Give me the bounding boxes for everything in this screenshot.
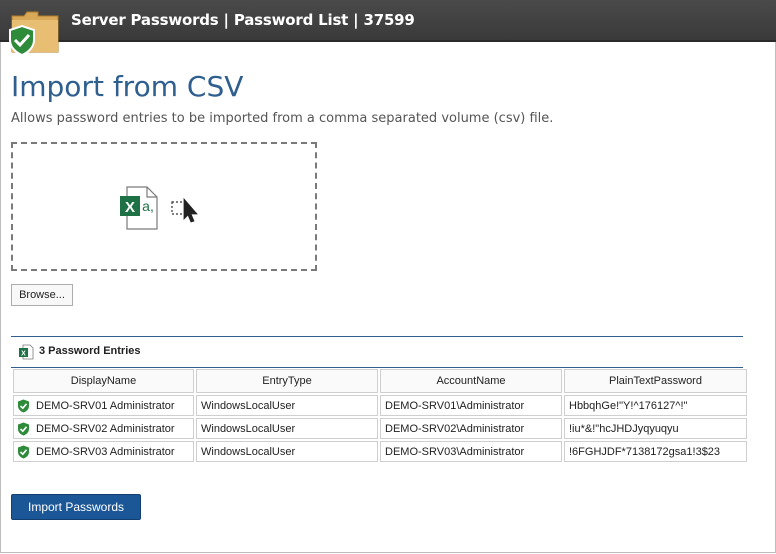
excel-file-icon: X a, (120, 186, 158, 230)
column-header-displayname: DisplayName (13, 369, 194, 393)
entries-summary-bar: X 3 Password Entries (11, 336, 743, 368)
cell-accountname: DEMO-SRV01\Administrator (380, 395, 562, 416)
drag-select-cursor-icon (171, 197, 198, 223)
table-row: DEMO-SRV01 Administrator WindowsLocalUse… (13, 395, 747, 416)
table-row: DEMO-SRV02 Administrator WindowsLocalUse… (13, 418, 747, 439)
page-description: Allows password entries to be imported f… (11, 111, 554, 126)
shield-check-icon (18, 422, 29, 435)
cell-entrytype: WindowsLocalUser (196, 441, 378, 462)
cell-displayname: DEMO-SRV03 Administrator (13, 441, 194, 462)
csv-drop-zone[interactable]: X a, (11, 142, 317, 271)
cell-password: HbbqhGe!"Y!^176127^!" (564, 395, 747, 416)
excel-small-icon: X (19, 344, 34, 360)
cell-text: DEMO-SRV01 Administrator (36, 399, 175, 412)
svg-text:X: X (21, 351, 26, 358)
entries-count-label: 3 Password Entries (39, 345, 141, 357)
cell-displayname: DEMO-SRV02 Administrator (13, 418, 194, 439)
svg-text:X: X (125, 199, 135, 216)
column-header-plaintextpassword: PlainTextPassword (564, 369, 747, 393)
entries-table: DisplayName EntryType AccountName PlainT… (11, 367, 749, 464)
table-row: DEMO-SRV03 Administrator WindowsLocalUse… (13, 441, 747, 462)
column-header-accountname: AccountName (380, 369, 562, 393)
browse-button[interactable]: Browse... (11, 284, 73, 306)
title-bar: Server Passwords | Password List | 37599 (0, 0, 776, 42)
cell-accountname: DEMO-SRV03\Administrator (380, 441, 562, 462)
svg-text:a,: a, (142, 198, 154, 214)
cell-text: DEMO-SRV02 Administrator (36, 422, 175, 435)
cell-text: DEMO-SRV03 Administrator (36, 445, 175, 458)
cell-displayname: DEMO-SRV01 Administrator (13, 395, 194, 416)
cell-accountname: DEMO-SRV02\Administrator (380, 418, 562, 439)
import-passwords-button[interactable]: Import Passwords (11, 494, 141, 520)
cell-entrytype: WindowsLocalUser (196, 418, 378, 439)
table-header-row: DisplayName EntryType AccountName PlainT… (13, 369, 747, 393)
page-title: Import from CSV (11, 70, 244, 103)
cell-entrytype: WindowsLocalUser (196, 395, 378, 416)
window-title: Server Passwords | Password List | 37599 (71, 11, 415, 29)
shield-check-icon (18, 445, 29, 458)
cell-password: !6FGHJDF*7138172gsa1!3$23 (564, 441, 747, 462)
column-header-entrytype: EntryType (196, 369, 378, 393)
cell-password: !iu*&!"hcJHDJyqyuqyu (564, 418, 747, 439)
shield-check-icon (18, 399, 29, 412)
